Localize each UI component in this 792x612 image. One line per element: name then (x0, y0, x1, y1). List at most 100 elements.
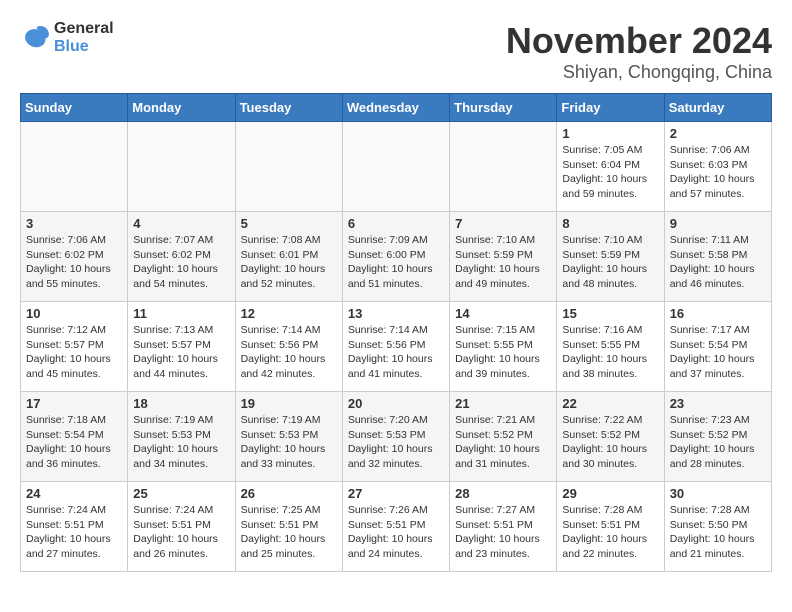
header-row: SundayMondayTuesdayWednesdayThursdayFrid… (21, 94, 772, 122)
location-title: Shiyan, Chongqing, China (506, 62, 772, 83)
day-cell: 4Sunrise: 7:07 AM Sunset: 6:02 PM Daylig… (128, 212, 235, 302)
day-info: Sunrise: 7:07 AM Sunset: 6:02 PM Dayligh… (133, 233, 229, 292)
day-number: 18 (133, 396, 229, 411)
day-cell (21, 122, 128, 212)
day-info: Sunrise: 7:21 AM Sunset: 5:52 PM Dayligh… (455, 413, 551, 472)
day-number: 28 (455, 486, 551, 501)
day-info: Sunrise: 7:09 AM Sunset: 6:00 PM Dayligh… (348, 233, 444, 292)
day-info: Sunrise: 7:23 AM Sunset: 5:52 PM Dayligh… (670, 413, 766, 472)
day-number: 3 (26, 216, 122, 231)
month-title: November 2024 (506, 20, 772, 62)
day-info: Sunrise: 7:25 AM Sunset: 5:51 PM Dayligh… (241, 503, 337, 562)
header-cell-thursday: Thursday (450, 94, 557, 122)
day-info: Sunrise: 7:11 AM Sunset: 5:58 PM Dayligh… (670, 233, 766, 292)
header-cell-sunday: Sunday (21, 94, 128, 122)
day-cell: 29 Sunrise: 7:28 AM Sunset: 5:51 PM Dayli… (557, 482, 664, 572)
day-cell: 9 Sunrise: 7:11 AM Sunset: 5:58 PM Daylig… (664, 212, 771, 302)
calendar-header: SundayMondayTuesdayWednesdayThursdayFrid… (21, 94, 772, 122)
day-number: 17 (26, 396, 122, 411)
day-number: 15 (562, 306, 658, 321)
day-number: 10 (26, 306, 122, 321)
day-number: 19 (241, 396, 337, 411)
day-number: 20 (348, 396, 444, 411)
day-info: Sunrise: 7:16 AM Sunset: 5:55 PM Dayligh… (562, 323, 658, 382)
day-cell: 3 Sunrise: 7:06 AM Sunset: 6:02 PM Daylig… (21, 212, 128, 302)
day-cell: 16 Sunrise: 7:17 AM Sunset: 5:54 PM Dayli… (664, 302, 771, 392)
day-number: 13 (348, 306, 444, 321)
day-info: Sunrise: 7:06 AM Sunset: 6:02 PM Dayligh… (26, 233, 122, 292)
day-cell: 22Sunrise: 7:22 AM Sunset: 5:52 PM Dayli… (557, 392, 664, 482)
day-number: 30 (670, 486, 766, 501)
day-number: 1 (562, 126, 658, 141)
day-info: Sunrise: 7:14 AM Sunset: 5:56 PM Dayligh… (348, 323, 444, 382)
day-cell: 28Sunrise: 7:27 AM Sunset: 5:51 PM Dayli… (450, 482, 557, 572)
day-number: 16 (670, 306, 766, 321)
day-info: Sunrise: 7:19 AM Sunset: 5:53 PM Dayligh… (133, 413, 229, 472)
day-info: Sunrise: 7:15 AM Sunset: 5:55 PM Dayligh… (455, 323, 551, 382)
day-cell: 2Sunrise: 7:06 AM Sunset: 6:03 PM Daylig… (664, 122, 771, 212)
day-info: Sunrise: 7:12 AM Sunset: 5:57 PM Dayligh… (26, 323, 122, 382)
day-cell: 1 Sunrise: 7:05 AM Sunset: 6:04 PM Daylig… (557, 122, 664, 212)
day-number: 11 (133, 306, 229, 321)
day-cell: 13 Sunrise: 7:14 AM Sunset: 5:56 PM Dayli… (342, 302, 449, 392)
day-number: 6 (348, 216, 444, 231)
day-number: 24 (26, 486, 122, 501)
day-cell: 27Sunrise: 7:26 AM Sunset: 5:51 PM Dayli… (342, 482, 449, 572)
day-number: 29 (562, 486, 658, 501)
day-cell: 17 Sunrise: 7:18 AM Sunset: 5:54 PM Dayli… (21, 392, 128, 482)
day-cell: 8 Sunrise: 7:10 AM Sunset: 5:59 PM Daylig… (557, 212, 664, 302)
day-number: 23 (670, 396, 766, 411)
day-info: Sunrise: 7:10 AM Sunset: 5:59 PM Dayligh… (562, 233, 658, 292)
day-info: Sunrise: 7:22 AM Sunset: 5:52 PM Dayligh… (562, 413, 658, 472)
day-number: 9 (670, 216, 766, 231)
day-number: 25 (133, 486, 229, 501)
week-row-3: 10 Sunrise: 7:12 AM Sunset: 5:57 PM Dayli… (21, 302, 772, 392)
header-cell-wednesday: Wednesday (342, 94, 449, 122)
header-cell-monday: Monday (128, 94, 235, 122)
day-number: 8 (562, 216, 658, 231)
header-cell-tuesday: Tuesday (235, 94, 342, 122)
day-info: Sunrise: 7:26 AM Sunset: 5:51 PM Dayligh… (348, 503, 444, 562)
day-info: Sunrise: 7:10 AM Sunset: 5:59 PM Dayligh… (455, 233, 551, 292)
week-row-1: 1 Sunrise: 7:05 AM Sunset: 6:04 PM Daylig… (21, 122, 772, 212)
day-cell: 18 Sunrise: 7:19 AM Sunset: 5:53 PM Dayli… (128, 392, 235, 482)
title-section: November 2024 Shiyan, Chongqing, China (506, 20, 772, 83)
day-cell: 10 Sunrise: 7:12 AM Sunset: 5:57 PM Dayli… (21, 302, 128, 392)
week-row-2: 3 Sunrise: 7:06 AM Sunset: 6:02 PM Daylig… (21, 212, 772, 302)
day-cell: 6 Sunrise: 7:09 AM Sunset: 6:00 PM Daylig… (342, 212, 449, 302)
day-info: Sunrise: 7:28 AM Sunset: 5:51 PM Dayligh… (562, 503, 658, 562)
day-cell (450, 122, 557, 212)
day-info: Sunrise: 7:05 AM Sunset: 6:04 PM Dayligh… (562, 143, 658, 202)
day-cell: 5 Sunrise: 7:08 AM Sunset: 6:01 PM Daylig… (235, 212, 342, 302)
day-number: 5 (241, 216, 337, 231)
calendar-body: 1 Sunrise: 7:05 AM Sunset: 6:04 PM Daylig… (21, 122, 772, 572)
logo: General Blue (20, 20, 114, 56)
week-row-5: 24 Sunrise: 7:24 AM Sunset: 5:51 PM Dayli… (21, 482, 772, 572)
day-cell: 19Sunrise: 7:19 AM Sunset: 5:53 PM Dayli… (235, 392, 342, 482)
day-number: 21 (455, 396, 551, 411)
day-info: Sunrise: 7:20 AM Sunset: 5:53 PM Dayligh… (348, 413, 444, 472)
week-row-4: 17 Sunrise: 7:18 AM Sunset: 5:54 PM Dayli… (21, 392, 772, 482)
day-number: 7 (455, 216, 551, 231)
day-info: Sunrise: 7:13 AM Sunset: 5:57 PM Dayligh… (133, 323, 229, 382)
day-cell: 14 Sunrise: 7:15 AM Sunset: 5:55 PM Dayli… (450, 302, 557, 392)
day-number: 14 (455, 306, 551, 321)
day-info: Sunrise: 7:08 AM Sunset: 6:01 PM Dayligh… (241, 233, 337, 292)
day-cell: 7 Sunrise: 7:10 AM Sunset: 5:59 PM Daylig… (450, 212, 557, 302)
day-number: 2 (670, 126, 766, 141)
logo-icon (20, 23, 50, 53)
day-cell (128, 122, 235, 212)
day-cell (342, 122, 449, 212)
day-cell: 24 Sunrise: 7:24 AM Sunset: 5:51 PM Dayli… (21, 482, 128, 572)
day-number: 12 (241, 306, 337, 321)
day-info: Sunrise: 7:18 AM Sunset: 5:54 PM Dayligh… (26, 413, 122, 472)
logo-text: General Blue (54, 20, 114, 56)
day-cell: 20 Sunrise: 7:20 AM Sunset: 5:53 PM Dayli… (342, 392, 449, 482)
day-info: Sunrise: 7:24 AM Sunset: 5:51 PM Dayligh… (26, 503, 122, 562)
header-cell-saturday: Saturday (664, 94, 771, 122)
page-header: General Blue November 2024 Shiyan, Chong… (20, 20, 772, 83)
day-cell: 26Sunrise: 7:25 AM Sunset: 5:51 PM Dayli… (235, 482, 342, 572)
day-info: Sunrise: 7:17 AM Sunset: 5:54 PM Dayligh… (670, 323, 766, 382)
day-cell: 12Sunrise: 7:14 AM Sunset: 5:56 PM Dayli… (235, 302, 342, 392)
header-cell-friday: Friday (557, 94, 664, 122)
